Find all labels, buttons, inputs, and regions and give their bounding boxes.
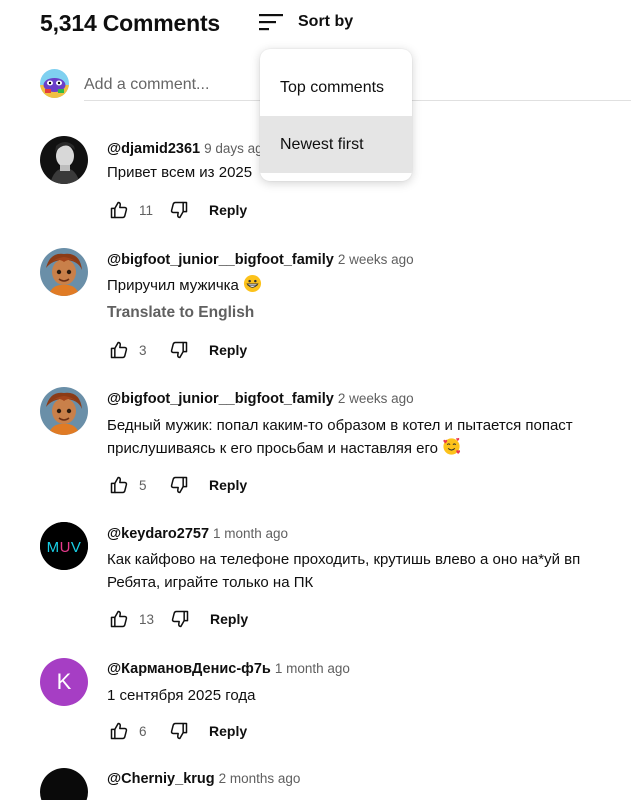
comment-actions: 5 Reply [107,473,247,497]
comment-author[interactable]: @КармановДенис-ф7ь [107,661,271,677]
comment-text: Приручил мужичка [107,274,631,300]
muv-logo-text: MUV [47,539,82,556]
comment-text-content: Приручил мужичка [107,277,239,294]
comment-time[interactable]: 1 month ago [275,661,350,676]
letter-avatar[interactable]: K [40,658,88,706]
reply-button[interactable]: Reply [209,202,247,218]
comment-author[interactable]: @bigfoot_junior__bigfoot_family [107,252,334,268]
sort-option-newest-first[interactable]: Newest first [260,116,412,173]
sort-icon [258,11,284,33]
translate-link[interactable]: Translate to English [107,304,254,322]
dislike-icon[interactable] [167,338,191,362]
comment-author[interactable]: @keydaro2757 [107,526,209,542]
like-icon[interactable] [107,719,131,743]
comment-actions: 13 Reply [107,607,248,631]
portrait-dark-icon[interactable] [40,136,88,184]
like-icon[interactable] [107,198,131,222]
user-avatar [40,69,69,98]
like-icon[interactable] [107,607,131,631]
reply-button[interactable]: Reply [210,611,248,627]
comment-text: Как кайфово на телефоне проходить, крути… [107,548,631,594]
smiling-face-with-hearts-icon [442,437,461,463]
like-icon[interactable] [107,473,131,497]
sort-menu: Top comments Newest first [260,49,412,181]
dislike-icon[interactable] [167,198,191,222]
sort-by-button[interactable]: Sort by [258,8,353,36]
comment-time[interactable]: 2 weeks ago [338,252,414,267]
comment-actions: 6 Reply [107,719,247,743]
like-count: 13 [139,611,155,627]
like-count: 11 [139,202,154,218]
black-circle-avatar-icon[interactable] [40,768,88,800]
like-icon[interactable] [107,338,131,362]
comment-author[interactable]: @bigfoot_junior__bigfoot_family [107,391,334,407]
dislike-icon[interactable] [168,607,192,631]
comment-text-line-1: Бедный мужик: попал каким-то образом в к… [107,417,573,434]
dislike-icon[interactable] [167,719,191,743]
comment-text-line-1: Как кайфово на телефоне проходить, крути… [107,551,581,568]
like-count: 3 [139,342,147,358]
reply-button[interactable]: Reply [209,477,247,493]
comment-author[interactable]: @Cherniy_krug [107,771,215,787]
grinning-face-icon [243,274,262,300]
comment-text-line-2: Ребята, играйте только на ПК [107,574,314,591]
cartoon-character-icon[interactable] [40,248,88,296]
like-count: 5 [139,477,147,493]
comment-author[interactable]: @djamid2361 [107,141,200,157]
dislike-icon[interactable] [167,473,191,497]
comment-time[interactable]: 1 month ago [213,526,288,541]
comment-count: 5,314 Comments [40,10,220,36]
comment-time[interactable]: 2 months ago [219,771,301,786]
comment-text-line-2: прислушиваясь к его просьбам и наставляя… [107,440,439,457]
cartoon-character-icon[interactable] [40,387,88,435]
reply-button[interactable]: Reply [209,723,247,739]
avatar-letter: K [56,669,72,694]
muv-logo-avatar[interactable]: MUV [40,522,88,570]
comment-time[interactable]: 2 weeks ago [338,391,414,406]
comment-actions: 11 Reply [107,198,247,222]
reply-button[interactable]: Reply [209,342,247,358]
comments-panel: 5,314 Comments Sort by Add a comment... … [0,0,631,800]
sort-option-top-comments[interactable]: Top comments [260,59,412,116]
comment-actions: 3 Reply [107,338,247,362]
sort-by-label: Sort by [298,13,354,30]
comment-text: Бедный мужик: попал каким-то образом в к… [107,414,631,463]
comment-text: 1 сентября 2025 года [107,687,256,704]
like-count: 6 [139,723,147,739]
